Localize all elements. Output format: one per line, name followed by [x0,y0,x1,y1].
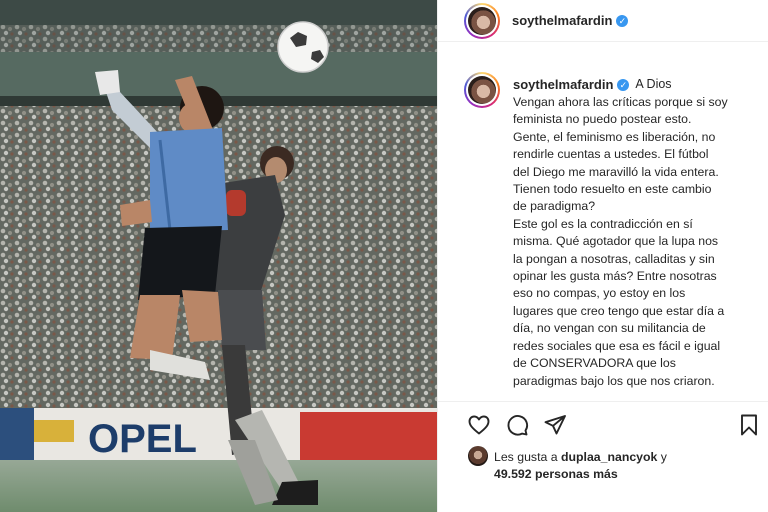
caption-text: Vengan ahora las críticas porque si soy … [513,95,728,388]
likes-count[interactable]: 49.592 personas más [468,466,763,483]
likes-summary: Les gusta a duplaa_nancyok y 49.592 pers… [468,446,763,483]
post-sidebar: soythelmafardin ✓ soythelmafardin ✓ A Di… [437,0,768,512]
avatar[interactable] [464,2,500,39]
like-button[interactable] [466,412,492,438]
board-text: OPEL [88,417,197,461]
header-username[interactable]: soythelmafardin [512,13,612,28]
liker-username[interactable]: duplaa_nancyok [561,450,657,464]
post-photo: OPEL [0,0,437,512]
verified-badge-icon: ✓ [616,14,629,27]
likes-prefix: Les gusta a [494,450,558,464]
bookmark-icon [741,414,757,436]
football [277,21,329,73]
caption-location: A Dios [635,77,672,92]
share-button[interactable] [542,412,568,438]
divider [438,401,768,402]
caption-username[interactable]: soythelmafardin [513,76,613,93]
caption-avatar[interactable] [464,72,500,108]
post-header: soythelmafardin ✓ [438,0,768,42]
save-button[interactable] [736,412,762,438]
caption: soythelmafardin ✓ A Dios Vengan ahora la… [464,72,764,390]
verified-badge-icon: ✓ [617,79,630,91]
comment-icon [507,415,529,436]
share-icon [544,415,566,435]
heart-icon [468,415,490,435]
action-bar [464,412,764,438]
comment-button[interactable] [504,412,530,438]
likes-joiner: y [660,450,667,464]
liker-avatar[interactable] [468,446,488,466]
